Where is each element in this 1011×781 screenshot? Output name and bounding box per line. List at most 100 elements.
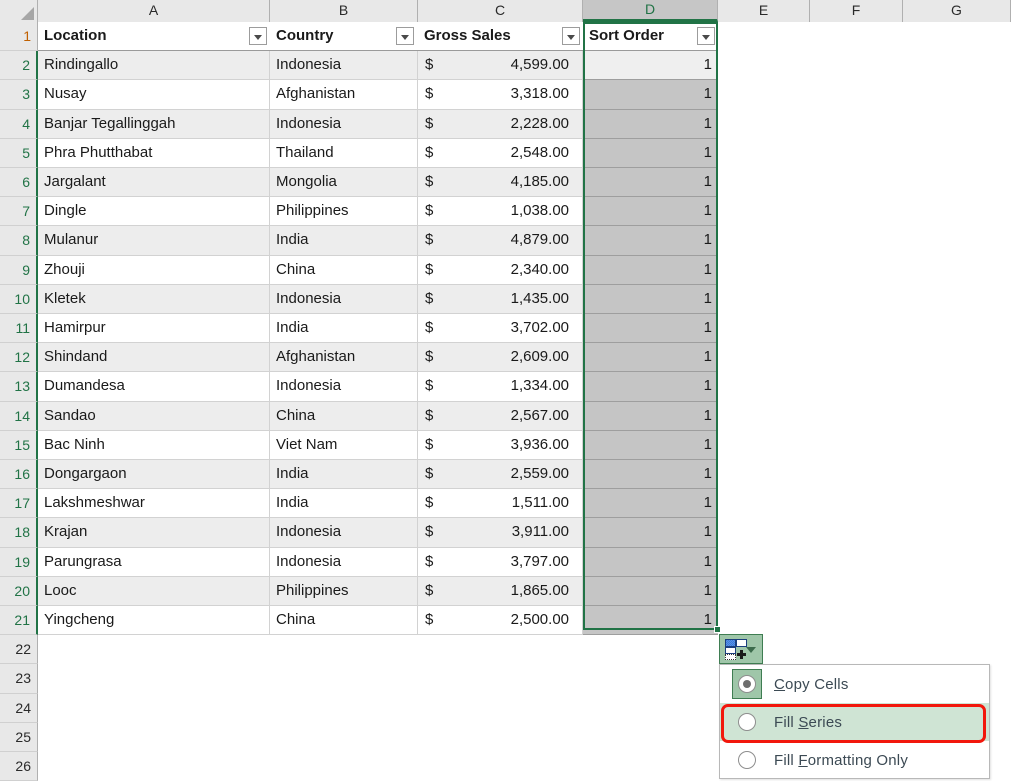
radio-icon-fill-series[interactable] <box>738 713 756 731</box>
cell-country[interactable]: Afghanistan <box>270 343 418 373</box>
cell-gross-sales[interactable]: $1,511.00 <box>418 489 583 519</box>
cell-gross-sales[interactable]: $3,797.00 <box>418 547 583 577</box>
cell-country[interactable]: India <box>270 226 418 256</box>
row-header-24[interactable]: 24 <box>0 693 38 723</box>
radio-icon-fill-formatting-only[interactable] <box>738 751 756 769</box>
cell-gross-sales[interactable]: $2,609.00 <box>418 343 583 373</box>
fill-handle[interactable] <box>714 626 721 633</box>
row-header-15[interactable]: 15 <box>0 430 38 460</box>
row-header-25[interactable]: 25 <box>0 722 38 752</box>
row-header-7[interactable]: 7 <box>0 197 38 227</box>
row-header-8[interactable]: 8 <box>0 226 38 256</box>
cell-sort-order[interactable]: 1 <box>583 547 718 577</box>
row-header-13[interactable]: 13 <box>0 372 38 402</box>
cell-sort-order[interactable]: 1 <box>583 51 718 81</box>
cell-gross-sales[interactable]: $1,038.00 <box>418 197 583 227</box>
row-header-1[interactable]: 1 <box>0 22 38 52</box>
row-header-2[interactable]: 2 <box>0 51 38 81</box>
row-header-20[interactable]: 20 <box>0 576 38 606</box>
cell-location[interactable]: Zhouji <box>38 255 270 285</box>
cell-location[interactable]: Jargalant <box>38 168 270 198</box>
cell-gross-sales[interactable]: $3,911.00 <box>418 518 583 548</box>
cell-country[interactable]: Indonesia <box>270 284 418 314</box>
cell-country[interactable]: Philippines <box>270 197 418 227</box>
cell-location[interactable]: Krajan <box>38 518 270 548</box>
cell-country[interactable]: China <box>270 401 418 431</box>
row-header-3[interactable]: 3 <box>0 80 38 110</box>
cell-sort-order[interactable]: 1 <box>583 430 718 460</box>
cell-gross-sales[interactable]: $1,865.00 <box>418 576 583 606</box>
cell-gross-sales[interactable]: $1,334.00 <box>418 372 583 402</box>
column-header-b[interactable]: B <box>270 0 418 22</box>
menu-item-fill-formatting-only[interactable]: Fill Formatting Only <box>720 741 989 779</box>
filter-button-gross-sales[interactable] <box>562 27 580 45</box>
cell-gross-sales[interactable]: $3,936.00 <box>418 430 583 460</box>
spreadsheet-grid[interactable]: ABCDEFG 1 2 3 4 5 6 7 8 9 10 11 12 13 14 15 16 17 18 19 20 2… <box>0 0 1011 781</box>
cell-location[interactable]: Sandao <box>38 401 270 431</box>
row-header-17[interactable]: 17 <box>0 489 38 519</box>
cell-location[interactable]: Bac Ninh <box>38 430 270 460</box>
cell-sort-order[interactable]: 1 <box>583 518 718 548</box>
row-header-11[interactable]: 11 <box>0 314 38 344</box>
cell-sort-order[interactable]: 1 <box>583 168 718 198</box>
cell-location[interactable]: Yingcheng <box>38 606 270 636</box>
row-header-22[interactable]: 22 <box>0 635 38 665</box>
menu-item-copy-cells[interactable]: Copy Cells <box>720 665 989 703</box>
cell-country[interactable]: Mongolia <box>270 168 418 198</box>
cell-location[interactable]: Looc <box>38 576 270 606</box>
cell-country[interactable]: Indonesia <box>270 518 418 548</box>
cell-sort-order[interactable]: 1 <box>583 343 718 373</box>
cell-country[interactable]: Indonesia <box>270 109 418 139</box>
cell-country[interactable]: Indonesia <box>270 51 418 81</box>
row-header-4[interactable]: 4 <box>0 109 38 139</box>
cell-gross-sales[interactable]: $3,702.00 <box>418 314 583 344</box>
cell-country[interactable]: Viet Nam <box>270 430 418 460</box>
cell-location[interactable]: Rindingallo <box>38 51 270 81</box>
cell-gross-sales[interactable]: $2,567.00 <box>418 401 583 431</box>
cell-country[interactable]: Indonesia <box>270 547 418 577</box>
cell-gross-sales[interactable]: $4,185.00 <box>418 168 583 198</box>
cell-gross-sales[interactable]: $2,548.00 <box>418 138 583 168</box>
column-header-f[interactable]: F <box>810 0 903 22</box>
cell-location[interactable]: Shindand <box>38 343 270 373</box>
cell-gross-sales[interactable]: $4,879.00 <box>418 226 583 256</box>
cell-sort-order[interactable]: 1 <box>583 138 718 168</box>
row-header-9[interactable]: 9 <box>0 255 38 285</box>
cell-country[interactable]: India <box>270 489 418 519</box>
column-header-a[interactable]: A <box>38 0 270 22</box>
cell-gross-sales[interactable]: $2,559.00 <box>418 460 583 490</box>
cell-location[interactable]: Dingle <box>38 197 270 227</box>
cell-location[interactable]: Phra Phutthabat <box>38 138 270 168</box>
filter-button-sort-order[interactable] <box>697 27 715 45</box>
menu-item-fill-series[interactable]: Fill Series <box>720 703 989 741</box>
radio-icon-copy-cells[interactable] <box>738 675 756 693</box>
cell-sort-order[interactable]: 1 <box>583 80 718 110</box>
cell-location[interactable]: Dongargaon <box>38 460 270 490</box>
cell-country[interactable]: Indonesia <box>270 372 418 402</box>
row-header-21[interactable]: 21 <box>0 606 38 636</box>
column-header-g[interactable]: G <box>903 0 1011 22</box>
row-header-18[interactable]: 18 <box>0 518 38 548</box>
cell-sort-order[interactable]: 1 <box>583 372 718 402</box>
row-header-12[interactable]: 12 <box>0 343 38 373</box>
row-header-6[interactable]: 6 <box>0 168 38 198</box>
cell-gross-sales[interactable]: $3,318.00 <box>418 80 583 110</box>
row-header-23[interactable]: 23 <box>0 664 38 694</box>
table-header-gross-sales[interactable]: Gross Sales <box>418 22 583 52</box>
cell-gross-sales[interactable]: $1,435.00 <box>418 284 583 314</box>
row-header-26[interactable]: 26 <box>0 752 38 781</box>
cell-sort-order[interactable]: 1 <box>583 576 718 606</box>
select-all-corner[interactable] <box>0 0 38 22</box>
cell-location[interactable]: Parungrasa <box>38 547 270 577</box>
row-header-10[interactable]: 10 <box>0 284 38 314</box>
table-header-location[interactable]: Location <box>38 22 270 52</box>
cell-location[interactable]: Mulanur <box>38 226 270 256</box>
cell-sort-order[interactable]: 1 <box>583 226 718 256</box>
row-header-5[interactable]: 5 <box>0 138 38 168</box>
cell-location[interactable]: Kletek <box>38 284 270 314</box>
column-header-e[interactable]: E <box>718 0 810 22</box>
cell-country[interactable]: India <box>270 314 418 344</box>
row-header-19[interactable]: 19 <box>0 547 38 577</box>
column-header-c[interactable]: C <box>418 0 583 22</box>
auto-fill-options-button[interactable] <box>719 634 763 664</box>
